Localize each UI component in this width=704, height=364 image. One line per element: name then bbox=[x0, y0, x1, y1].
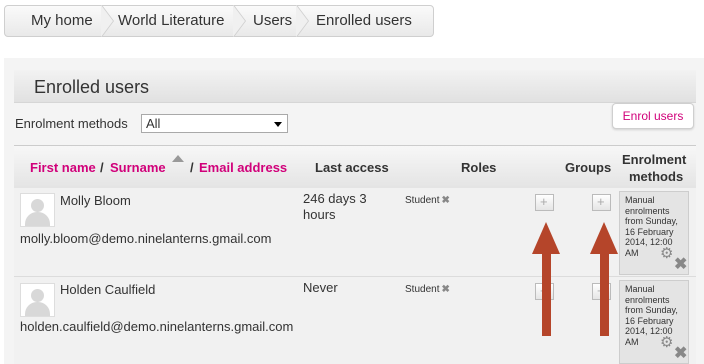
annotation-arrows bbox=[532, 222, 618, 336]
annotation-arrow bbox=[532, 222, 560, 336]
annotation-arrow bbox=[590, 222, 618, 336]
